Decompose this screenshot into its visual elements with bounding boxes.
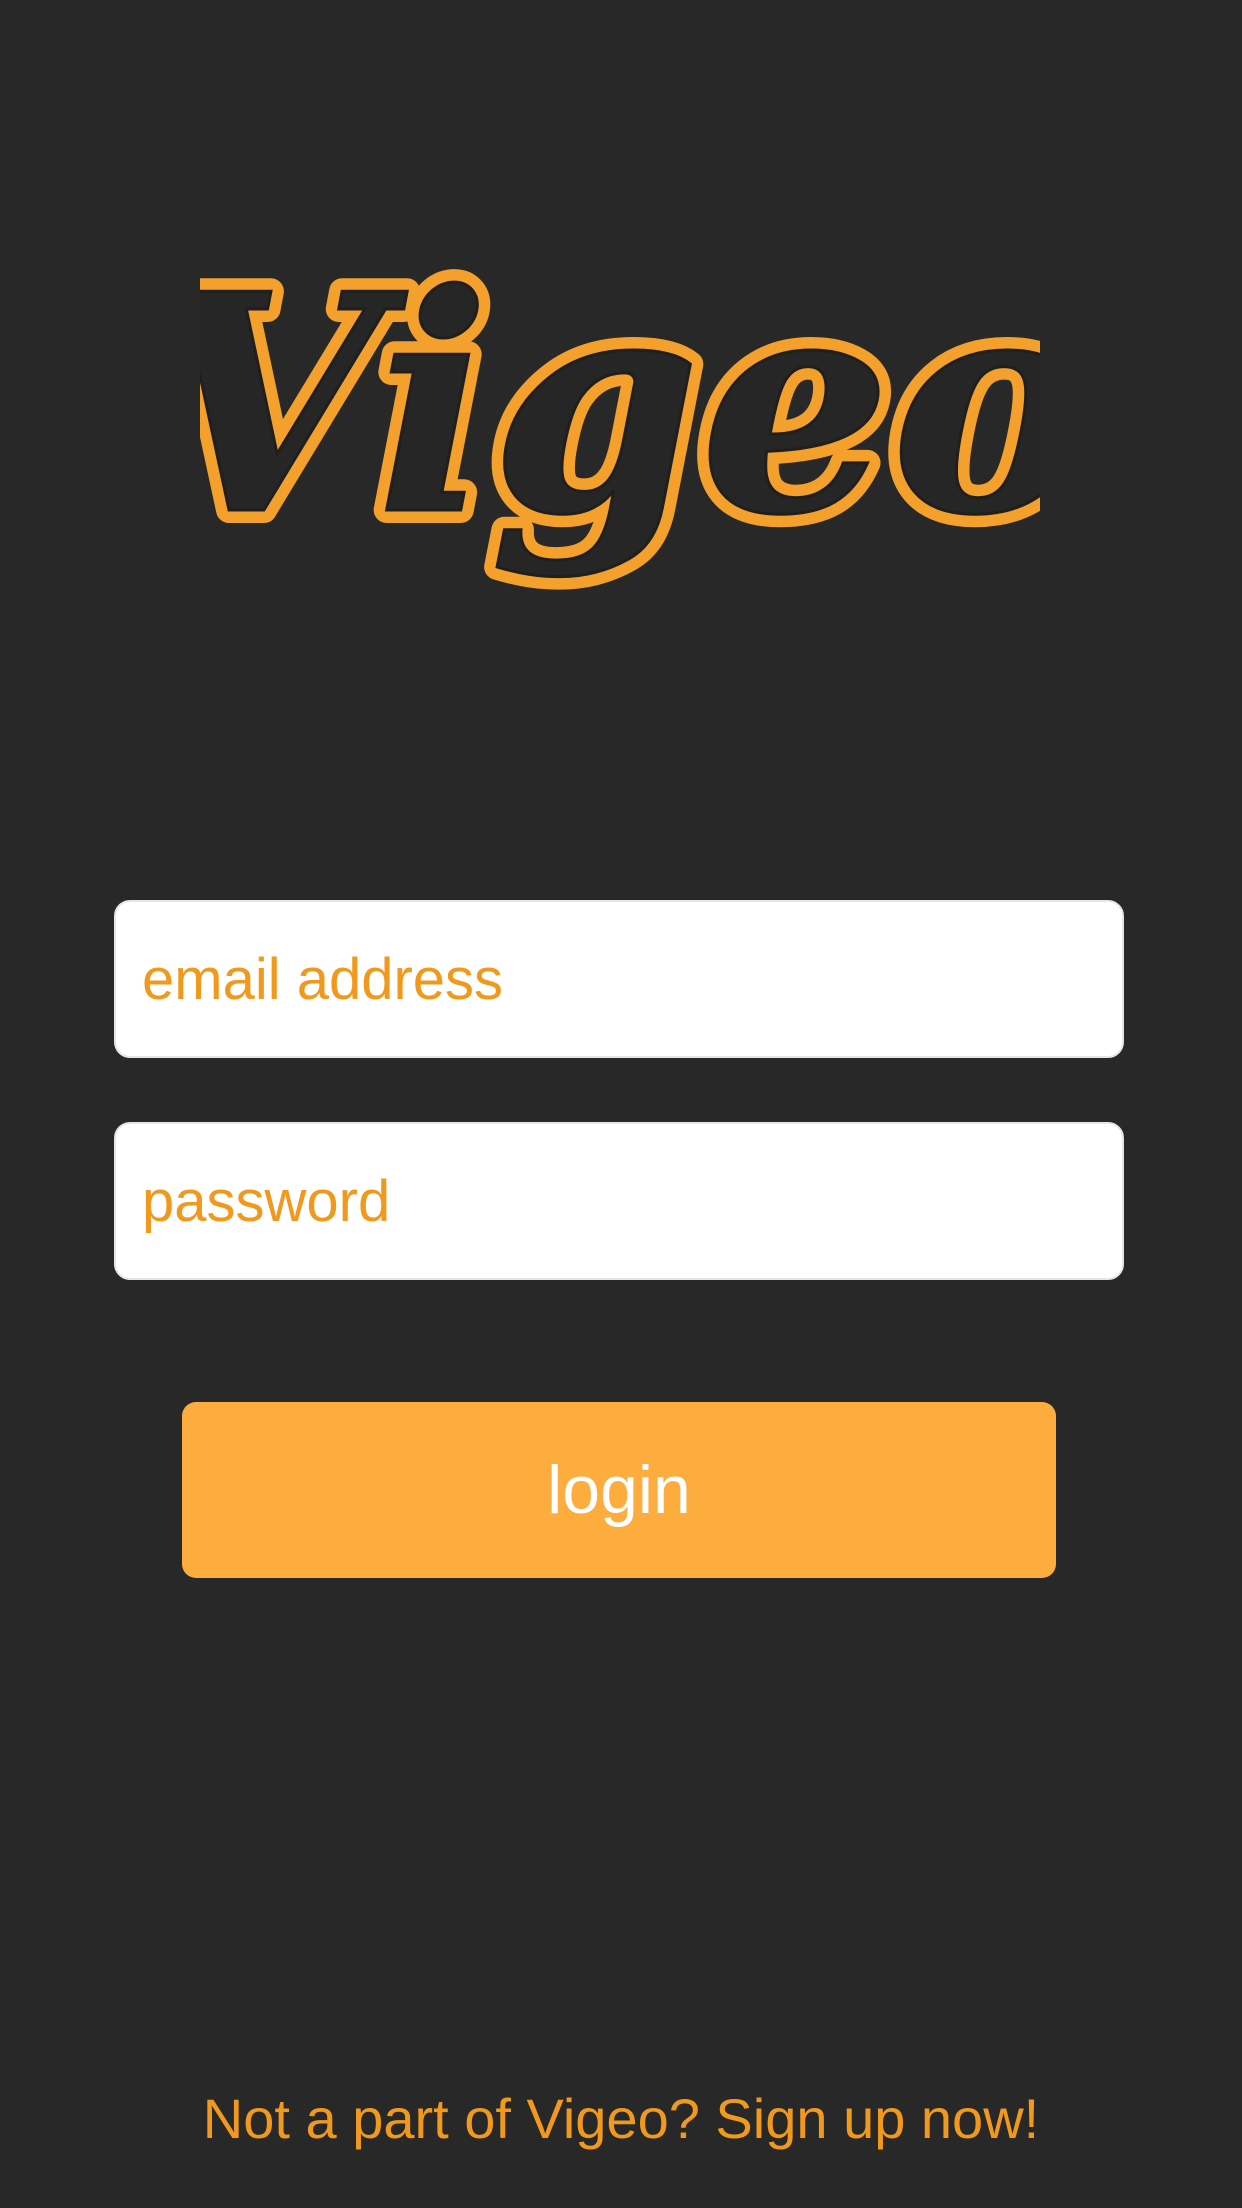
login-button[interactable]: login bbox=[182, 1402, 1056, 1578]
email-field[interactable] bbox=[116, 902, 1122, 1056]
logo-wordmark-inner: Vigeo bbox=[200, 228, 1040, 581]
password-field-container bbox=[114, 1122, 1124, 1280]
password-field[interactable] bbox=[116, 1124, 1122, 1278]
signup-link[interactable]: Not a part of Vigeo? Sign up now! bbox=[0, 2082, 1242, 2156]
vigeo-logo: Vigeo Vigeo bbox=[200, 180, 1040, 680]
email-field-container bbox=[114, 900, 1124, 1058]
